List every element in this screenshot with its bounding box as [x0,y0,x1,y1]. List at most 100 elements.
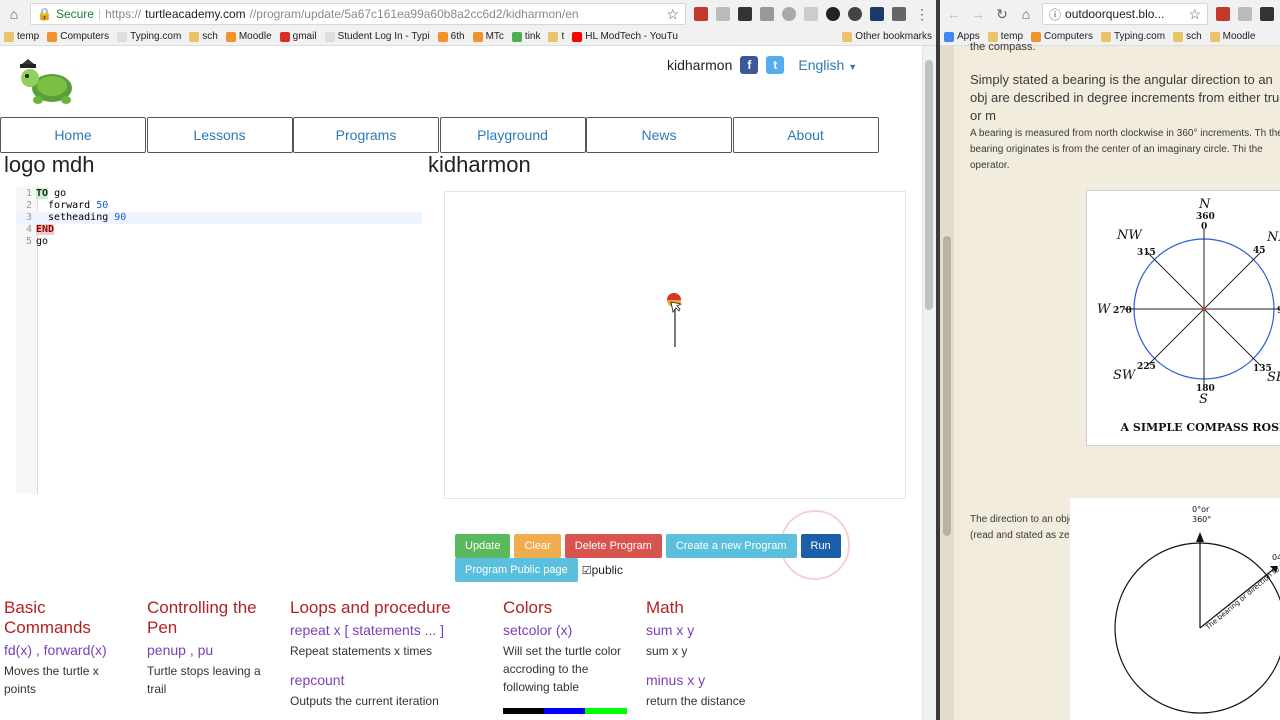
bookmark-item[interactable]: gmail [279,31,317,42]
bookmark-item[interactable]: temp [4,31,39,42]
rose-deg-45: 45 [1253,246,1266,256]
star-icon[interactable]: ☆ [666,6,679,23]
turtle-logo-icon[interactable] [16,56,82,106]
program-title: logo mdh [4,152,95,177]
code-line[interactable]: 2 forward 50 [16,200,422,212]
command-link[interactable]: fd(x) , forward(x) [4,642,134,658]
cast-icon[interactable] [760,7,774,21]
measure-paragraph: A bearing is measured from north clockwi… [970,128,1280,171]
bookmark-label: HL ModTech - YouTu [585,31,678,42]
reload-icon[interactable]: ↻ [994,6,1010,22]
public-checkbox[interactable]: ☑ [582,564,592,577]
page-icon [324,31,335,42]
forward-icon[interactable]: → [970,6,986,22]
bookmark-item[interactable]: Typing.com [117,31,181,42]
bookmark-item[interactable]: Student Log In - Typi [324,31,430,42]
right-scrollbar[interactable] [940,46,954,720]
left-browser-window: ⌂ 🔒 Secure | https://turtleacademy.com//… [0,0,936,720]
username-link[interactable]: kidharmon [667,57,732,73]
nav-playground[interactable]: Playground [439,117,586,153]
program-actions: Update Clear Delete Program Create a new… [455,534,841,558]
command-link[interactable]: repcount [290,672,490,688]
code-editor[interactable]: 1 TO go 2 forward 50 3 setheading 90 4 END 5 go [16,186,422,494]
language-dropdown[interactable]: English ▼ [798,57,857,73]
bookmark-label: temp [17,31,40,42]
film-icon[interactable] [738,7,752,21]
command-description: Will set the turtle color accroding to t… [503,644,622,694]
bookmark-item[interactable]: Other bookmarks [842,31,932,42]
bookmark-label: t [561,31,565,42]
bookmark-label: sch [202,31,218,42]
right-url: outdoorquest.blo... [1065,7,1165,21]
code-line[interactable]: 3 setheading 90 [16,212,422,224]
bearing-diagram-drawing: 0°or 360° 045° The bearing or direction … [1114,505,1280,714]
author-title: kidharmon [428,152,531,177]
turtle-canvas[interactable] [444,191,906,499]
delete-program-button[interactable]: Delete Program [564,534,662,558]
grid-icon [511,31,522,42]
run-button[interactable]: Run [800,534,841,558]
right-scroll-thumb[interactable] [943,236,951,536]
bookmark-item[interactable]: Moodle [225,31,272,42]
nav-lessons[interactable]: Lessons [146,117,293,153]
line-number: 2 [25,200,32,211]
left-scrollbar[interactable] [922,46,936,720]
bookmark-item[interactable]: tink [511,31,540,42]
command-description: Outputs the current iteration [290,694,439,708]
command-link[interactable]: setcolor (x) [503,622,633,638]
n-icon[interactable] [870,7,884,21]
create-program-button[interactable]: Create a new Program [665,534,797,558]
pie-icon[interactable] [826,7,840,21]
ublock-icon[interactable] [1216,7,1230,21]
cloud-icon[interactable] [782,7,796,21]
secure-label: Secure [55,7,94,21]
page-icon [117,31,128,42]
power-icon[interactable] [848,7,862,21]
back-icon[interactable]: ← [946,6,962,22]
right-browser-window: ← → ↻ ⌂ ⓘ outdoorquest.blo... ☆ Apps temp… [940,0,1280,720]
ublock-icon[interactable] [694,7,708,21]
bookmark-item[interactable]: Computers [47,31,109,42]
star-icon[interactable]: ☆ [1188,6,1201,23]
bookmark-item[interactable]: MTc [472,31,504,42]
rose-label-nw: NW [1116,228,1143,243]
left-scroll-thumb[interactable] [925,60,933,310]
screenshot-icon[interactable] [1238,7,1252,21]
rose-label-s: S [1199,392,1208,407]
clear-button[interactable]: Clear [514,534,561,558]
public-page-button[interactable]: Program Public page [455,558,578,582]
bookmark-item[interactable]: sch [189,31,218,42]
extension-icon[interactable] [804,7,818,21]
section-title: Math [646,598,684,617]
update-button[interactable]: Update [455,534,511,558]
facebook-icon[interactable]: f [740,56,759,74]
command-link[interactable]: minus x y [646,672,776,688]
bookmark-item[interactable]: 6th [437,31,465,42]
home-icon[interactable]: ⌂ [1018,6,1034,22]
command-link[interactable]: sum x y [646,622,776,638]
code-line[interactable]: 4 END [16,224,422,236]
right-address-bar[interactable]: ⓘ outdoorquest.blo... ☆ [1042,3,1208,25]
code-line[interactable]: 5 go [16,236,422,248]
section-title: Colors [503,598,553,617]
twitter-icon[interactable]: t [766,56,785,74]
home-icon[interactable]: ⌂ [6,6,22,22]
screenshot-icon[interactable] [716,7,730,21]
gear-icon[interactable] [892,7,906,21]
address-bar[interactable]: 🔒 Secure | https://turtleacademy.com//pr… [30,3,686,25]
reference-section: Colors setcolor (x) Will set the turtle co… [503,598,633,714]
nav-about[interactable]: About [732,117,879,153]
moodle-icon [472,31,483,42]
menu-dots-icon[interactable]: ⋮ [914,6,930,22]
code-line[interactable]: 1 TO go [16,188,422,200]
command-link[interactable]: penup , pu [147,642,277,658]
bookmark-item[interactable]: HL ModTech - YouTu [572,31,678,42]
command-link[interactable]: repeat x [ statements ... ] [290,622,490,638]
nav-home[interactable]: Home [0,117,146,153]
bookmark-item[interactable]: t [548,31,564,42]
moodle-icon [225,31,236,42]
nav-news[interactable]: News [586,117,732,153]
film-icon[interactable] [1260,7,1274,21]
public-row: Program Public page ☑ public [455,558,623,582]
nav-programs[interactable]: Programs [293,117,439,153]
